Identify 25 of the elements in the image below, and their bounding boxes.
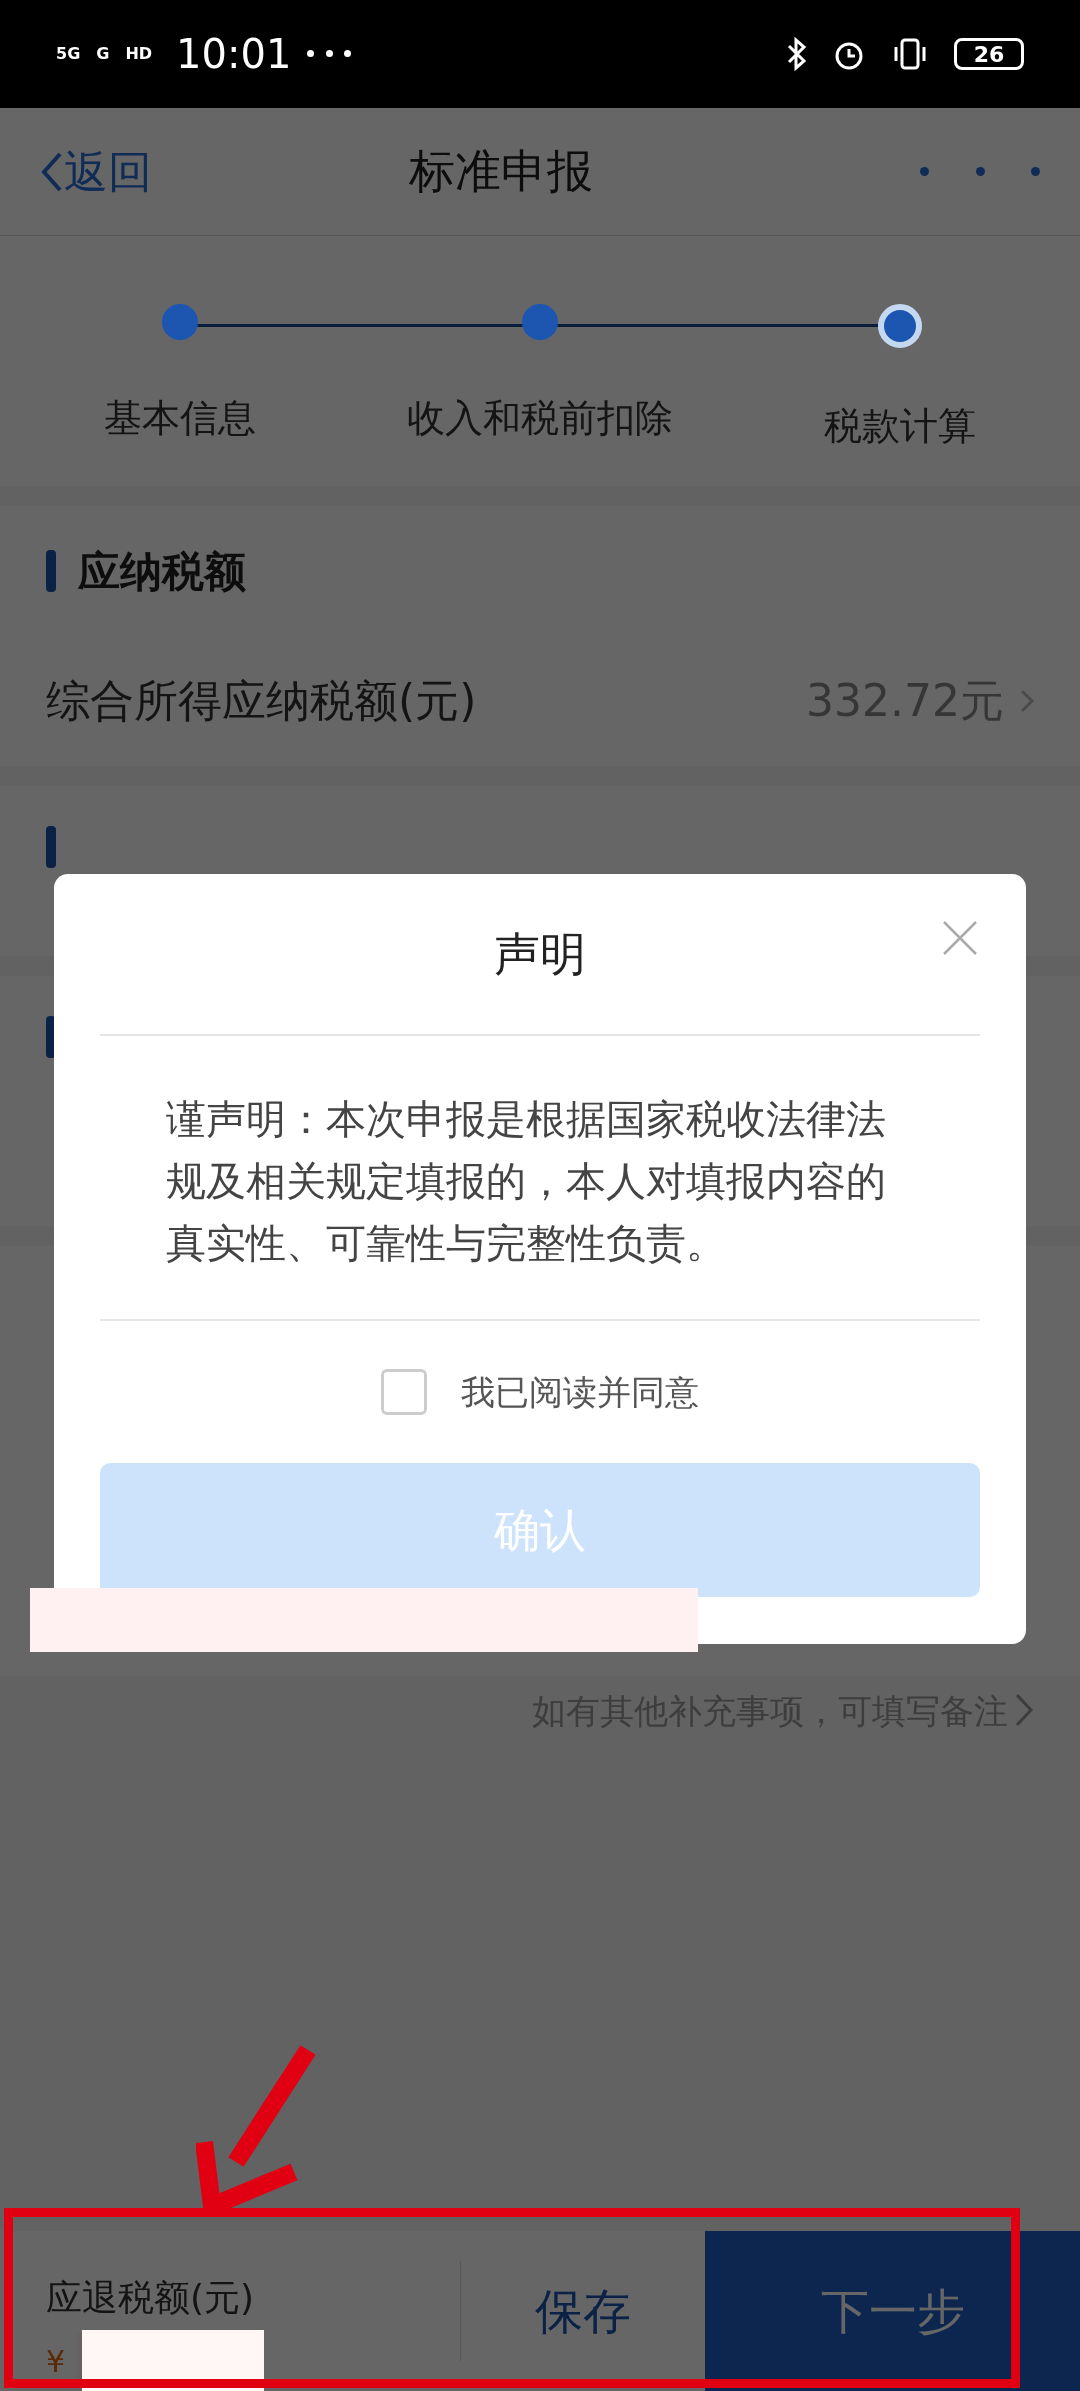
signal-label: G bbox=[96, 43, 110, 65]
back-button[interactable]: 返回 bbox=[40, 138, 152, 205]
chevron-right-icon bbox=[1020, 689, 1034, 713]
currency-sign: ¥ bbox=[46, 2342, 66, 2381]
more-dots-icon bbox=[307, 50, 352, 58]
step-label: 收入和税前扣除 bbox=[407, 395, 673, 442]
checkbox[interactable] bbox=[381, 1369, 427, 1415]
status-time: 10:01 bbox=[176, 30, 292, 79]
section-marker bbox=[46, 550, 56, 592]
battery-indicator: 26 bbox=[954, 38, 1024, 70]
section-marker bbox=[46, 826, 56, 868]
row-label: 综合所得应纳税额(元) bbox=[46, 674, 477, 728]
refund-label: 应退税额(元) bbox=[46, 2276, 256, 2320]
next-button[interactable]: 下一步 bbox=[705, 2231, 1080, 2391]
section-title: 应纳税额 bbox=[78, 545, 246, 598]
signal-label: HD bbox=[125, 43, 153, 65]
chevron-right-icon bbox=[1016, 1694, 1034, 1728]
signal-label: 5G bbox=[56, 43, 81, 65]
page-title: 标准申报 bbox=[409, 143, 593, 200]
agree-checkbox[interactable]: 我已阅读并同意 bbox=[381, 1321, 699, 1463]
dialog-title: 声明 bbox=[494, 925, 586, 983]
step-label: 税款计算 bbox=[824, 403, 976, 450]
bluetooth-icon bbox=[786, 37, 808, 71]
declaration-text: 谨声明：本次申报是根据国家税收法律法规及相关规定填报的，本人对填报内容的真实性、可靠性与完整性负责。 bbox=[100, 1036, 980, 1321]
step-label: 基本信息 bbox=[104, 395, 256, 442]
